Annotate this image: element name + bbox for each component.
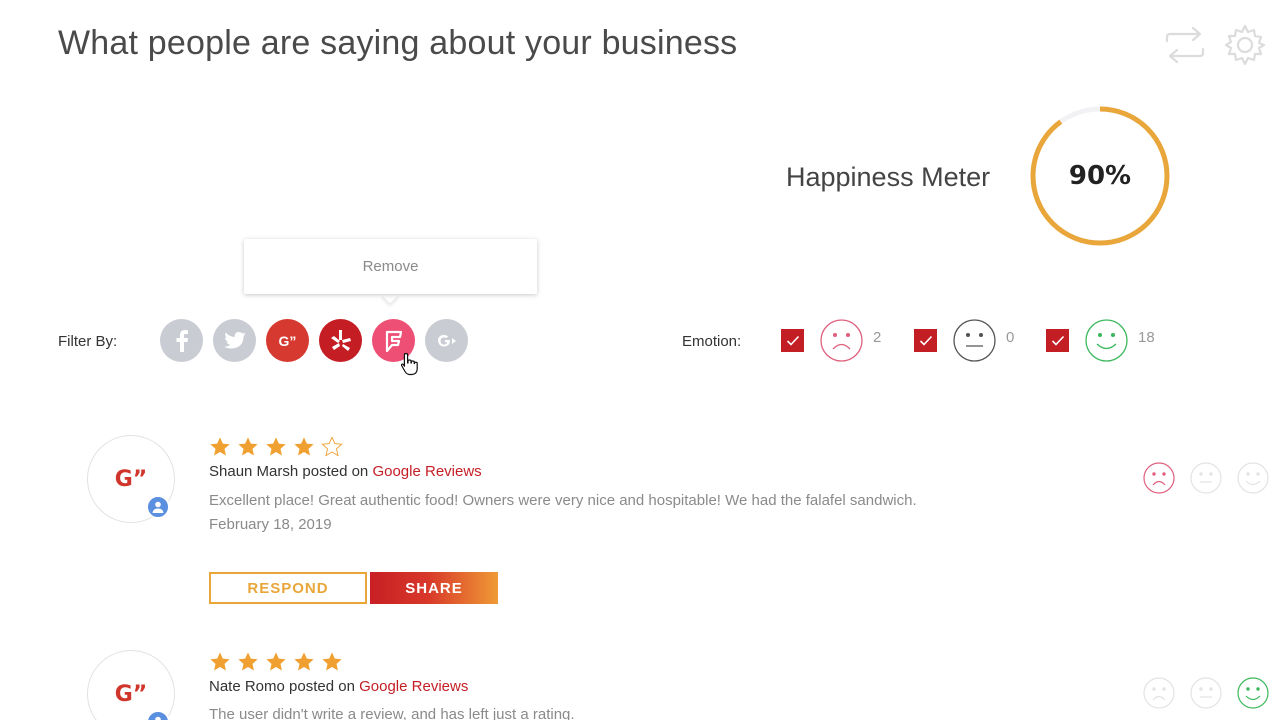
review-source-link[interactable]: Google Reviews <box>372 463 481 480</box>
emotion-neutral-checkbox[interactable] <box>914 329 937 352</box>
star-icon <box>210 652 230 671</box>
review-avatar: G” <box>87 650 175 720</box>
sad-face-icon[interactable] <box>820 319 863 362</box>
review-posted-on: posted on <box>289 678 355 695</box>
emotion-sad-count: 2 <box>873 329 882 346</box>
star-rating <box>209 436 343 458</box>
sad-face-icon[interactable] <box>1143 462 1175 494</box>
review-posted-on: posted on <box>302 463 369 480</box>
review-author: Shaun Marsh <box>209 463 299 480</box>
review-author-line: Shaun Marsh posted on Google Reviews <box>209 463 482 480</box>
neutral-face-icon[interactable] <box>1190 677 1222 709</box>
top-toolbar <box>1162 22 1268 68</box>
share-button[interactable]: SHARE <box>370 572 498 604</box>
star-icon <box>294 652 314 671</box>
review-author-line: Nate Romo posted on Google Reviews <box>209 678 468 695</box>
star-empty-icon <box>321 436 343 457</box>
gear-icon[interactable] <box>1222 22 1268 68</box>
star-icon <box>266 437 286 456</box>
filter-google-plus-disabled-icon[interactable] <box>425 319 468 362</box>
sad-face-icon[interactable] <box>1143 677 1175 709</box>
filter-facebook-icon[interactable] <box>160 319 203 362</box>
filter-yelp-icon[interactable] <box>319 319 362 362</box>
remove-tooltip[interactable]: Remove <box>244 239 537 294</box>
emotion-filter-happy: 18 <box>1046 319 1155 362</box>
google-plus-logo: G” <box>114 466 148 492</box>
happiness-meter-label: Happiness Meter <box>786 162 991 192</box>
google-plus-logo: G” <box>114 681 148 707</box>
star-icon <box>294 437 314 456</box>
review-text: Excellent place! Great authentic food! O… <box>209 492 917 509</box>
happy-face-icon[interactable] <box>1237 462 1269 494</box>
star-rating <box>209 651 343 673</box>
review-date: February 18, 2019 <box>209 516 332 533</box>
star-icon <box>238 652 258 671</box>
star-icon <box>266 652 286 671</box>
filter-google-plus-icon[interactable]: G” <box>266 319 309 362</box>
filter-label: Filter By: <box>58 333 118 350</box>
emotion-happy-checkbox[interactable] <box>1046 329 1069 352</box>
filter-google-plus-glyph: G” <box>278 332 297 349</box>
review-text: The user didn't write a review, and has … <box>209 706 575 720</box>
star-icon <box>322 652 342 671</box>
remove-tooltip-label[interactable]: Remove <box>363 258 419 275</box>
emotion-happy-count: 18 <box>1138 329 1155 346</box>
filter-twitter-icon[interactable] <box>213 319 256 362</box>
neutral-face-icon[interactable] <box>1190 462 1222 494</box>
neutral-face-icon[interactable] <box>953 319 996 362</box>
page-title: What people are saying about your busine… <box>58 24 738 62</box>
happy-face-icon[interactable] <box>1085 319 1128 362</box>
emotion-filter-neutral: 0 <box>914 319 1014 362</box>
star-icon <box>238 437 258 456</box>
emotion-filter-sad: 2 <box>781 319 881 362</box>
review-emotion-selector <box>1143 462 1269 494</box>
happy-face-icon[interactable] <box>1237 677 1269 709</box>
emotion-neutral-count: 0 <box>1006 329 1015 346</box>
emotion-sad-checkbox[interactable] <box>781 329 804 352</box>
emotion-label: Emotion: <box>682 333 742 350</box>
happiness-meter-value: 90% <box>1068 161 1132 191</box>
mouse-cursor-icon <box>400 352 422 376</box>
happiness-meter: 90% <box>1029 105 1171 247</box>
star-icon <box>210 437 230 456</box>
respond-button[interactable]: RESPOND <box>209 572 367 604</box>
review-author: Nate Romo <box>209 678 285 695</box>
sync-icon[interactable] <box>1162 22 1208 68</box>
user-badge-icon <box>146 495 170 519</box>
review-emotion-selector <box>1143 677 1269 709</box>
review-source-link[interactable]: Google Reviews <box>359 678 468 695</box>
